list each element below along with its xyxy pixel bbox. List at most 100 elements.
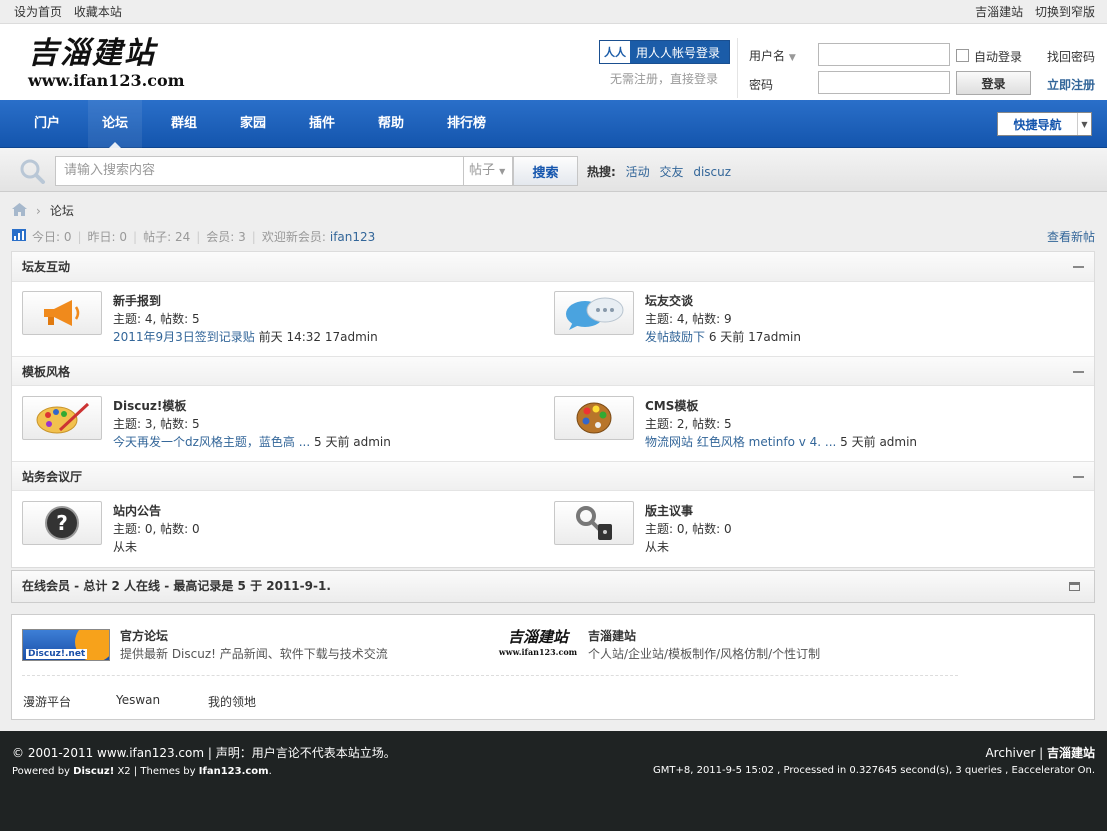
find-password-link[interactable]: 找回密码 — [1047, 48, 1095, 65]
forum-item[interactable]: 新手报到 主题: 4, 帖数: 5 2011年9月3日签到记录贴 前天 14:3… — [22, 291, 522, 351]
forum-meta: 主题: 0, 帖数: 0 — [113, 522, 200, 536]
username-label[interactable]: 用户名 ▼ — [749, 47, 796, 64]
stat-yesterday: 昨日: 0 — [87, 230, 128, 244]
hot-search-label: 热搜: — [587, 165, 616, 179]
quick-nav-button[interactable]: 快捷导航 ▼ — [997, 112, 1092, 136]
password-input[interactable] — [818, 71, 950, 94]
username-input[interactable] — [818, 43, 950, 66]
nav-home[interactable]: 家园 — [226, 100, 280, 148]
forum-title[interactable]: 坛友交谈 — [645, 292, 693, 309]
online-members-bar[interactable]: 在线会员 - 总计 2 人在线 - 最高记录是 5 于 2011-9-1. — [11, 570, 1095, 603]
switch-width-link[interactable]: 切换到窄版 — [1035, 5, 1095, 19]
forum-item[interactable]: Discuz!模板 主题: 3, 帖数: 5 今天再发一个dz风格主题，蓝色高 … — [22, 396, 522, 456]
register-link[interactable]: 立即注册 — [1047, 76, 1095, 93]
archiver-link[interactable]: Archiver — [985, 746, 1035, 760]
hot-word-link[interactable]: 交友 — [659, 165, 683, 179]
stat-members: 会员: 3 — [206, 230, 246, 244]
online-members-text: 在线会员 - 总计 2 人在线 - 最高记录是 5 于 2011-9-1. — [22, 579, 331, 593]
category-header[interactable]: 站务会议厅 — [12, 461, 1094, 491]
question-icon[interactable]: ? — [22, 501, 102, 545]
forum-stats: 今日: 0 | 昨日: 0 | 帖子: 24 | 会员: 3 | 欢迎新会员: ifan… — [12, 228, 1095, 245]
expand-icon[interactable] — [1069, 582, 1080, 591]
nav-portal[interactable]: 门户 — [20, 100, 74, 148]
forum-meta: 主题: 0, 帖数: 0 — [645, 522, 732, 536]
nav-help[interactable]: 帮助 — [364, 100, 418, 148]
forum-meta: 主题: 4, 帖数: 9 — [645, 312, 732, 326]
text-link[interactable]: Yeswan — [116, 693, 160, 707]
forum-meta: 主题: 2, 帖数: 5 — [645, 417, 732, 431]
hot-word-link[interactable]: 活动 — [626, 165, 650, 179]
last-post-link[interactable]: 发帖鼓励下 — [645, 330, 705, 344]
palette-brush-icon[interactable] — [22, 396, 102, 440]
stat-welcome: 欢迎新会员: — [261, 230, 326, 244]
auto-login-label[interactable]: 自动登录 — [974, 48, 1022, 65]
site-logo[interactable]: 吉淄建站 www.ifan123.com — [28, 36, 185, 96]
divider — [737, 38, 738, 98]
themes-link[interactable]: Ifan123.com — [199, 766, 269, 777]
login-button[interactable]: 登录 — [956, 71, 1031, 95]
forum-meta: 主题: 4, 帖数: 5 — [113, 312, 200, 326]
megaphone-icon[interactable] — [22, 291, 102, 335]
forum-last-post: 发帖鼓励下 6 天前 17admin — [645, 330, 801, 344]
search-type-select[interactable]: 帖子 ▼ — [463, 156, 513, 186]
no-register-text: 无需注册，直接登录 — [610, 72, 719, 86]
forum-item[interactable]: 版主议事 主题: 0, 帖数: 0 从未 — [554, 501, 1054, 561]
collapse-icon[interactable] — [1073, 371, 1084, 373]
forum-item[interactable]: CMS模板 主题: 2, 帖数: 5 物流网站 红色风格 metinfo v 4… — [554, 396, 1054, 456]
friend-link-title[interactable]: 官方论坛 — [120, 627, 168, 644]
ifan-logo[interactable]: 吉淄建站 www.ifan123.com — [498, 627, 578, 663]
chat-bubbles-icon[interactable] — [554, 291, 634, 335]
forum-title[interactable]: 新手报到 — [113, 292, 161, 309]
friend-link-desc: 个人站/企业站/模板制作/风格仿制/个性订制 — [588, 647, 821, 661]
palette-icon[interactable] — [554, 396, 634, 440]
forum-meta: 主题: 3, 帖数: 5 — [113, 417, 200, 431]
forum-last-post: 今天再发一个dz风格主题，蓝色高 ... 5 天前 admin — [113, 435, 391, 449]
password-label: 密码 — [749, 78, 774, 92]
last-post-link[interactable]: 物流网站 红色风格 metinfo v 4. ... — [645, 435, 836, 449]
collapse-icon[interactable] — [1073, 266, 1084, 268]
discuz-link[interactable]: Discuz! — [73, 766, 114, 777]
discuz-logo[interactable]: Discuz!.net — [22, 629, 110, 661]
renren-login-button[interactable]: 人人 用人人帐号登录 — [599, 40, 730, 64]
category-header[interactable]: 模板风格 — [12, 356, 1094, 386]
nav-ranking[interactable]: 排行榜 — [433, 100, 500, 148]
forum-title[interactable]: CMS模板 — [645, 397, 698, 414]
footer-runtime: GMT+8, 2011-9-5 15:02 , Processed in 0.3… — [653, 765, 1095, 776]
auto-login-checkbox[interactable] — [956, 49, 969, 62]
key-lock-icon[interactable] — [554, 501, 634, 545]
last-post-link[interactable]: 2011年9月3日签到记录贴 — [113, 330, 255, 344]
nav-groups[interactable]: 群组 — [157, 100, 211, 148]
footer: © 2001-2011 www.ifan123.com | 声明：用户言论不代表… — [0, 731, 1107, 831]
quick-nav-label: 快捷导航 — [1013, 117, 1062, 132]
forum-last-post: 从未 — [645, 540, 670, 554]
hot-search: 热搜: 活动 交友 discuz — [587, 163, 731, 180]
hot-word-link[interactable]: discuz — [693, 165, 731, 179]
forum-title[interactable]: 站内公告 — [113, 502, 161, 519]
search-button[interactable]: 搜索 — [513, 156, 578, 186]
chart-icon — [12, 229, 26, 244]
view-new-posts-link[interactable]: 查看新帖 — [1047, 228, 1095, 245]
category-header[interactable]: 坛友互动 — [12, 252, 1094, 282]
nav-forum[interactable]: 论坛 — [88, 100, 143, 148]
forum-item[interactable]: 坛友交谈 主题: 4, 帖数: 9 发帖鼓励下 6 天前 17admin — [554, 291, 1054, 351]
home-icon[interactable] — [12, 202, 27, 219]
forum-title[interactable]: Discuz!模板 — [113, 397, 186, 414]
forum-title[interactable]: 版主议事 — [645, 502, 693, 519]
last-post-link[interactable]: 今天再发一个dz风格主题，蓝色高 ... — [113, 435, 310, 449]
divider — [22, 675, 958, 676]
search-input[interactable]: 请输入搜索内容 — [55, 156, 464, 186]
forum-item[interactable]: ? 站内公告 主题: 0, 帖数: 0 从未 — [22, 501, 522, 561]
set-home-link[interactable]: 设为首页 — [14, 5, 62, 19]
new-member-link[interactable]: ifan123 — [330, 230, 375, 244]
forum-last-post: 物流网站 红色风格 metinfo v 4. ... 5 天前 admin — [645, 435, 918, 449]
friend-link-title[interactable]: 吉淄建站 — [588, 627, 636, 644]
bookmark-link[interactable]: 收藏本站 — [74, 5, 122, 19]
text-link[interactable]: 漫游平台 — [23, 693, 71, 710]
footer-copyright: © 2001-2011 www.ifan123.com | 声明：用户言论不代表… — [12, 746, 396, 760]
footer-site-link[interactable]: 吉淄建站 — [1047, 746, 1095, 760]
search-icon — [18, 158, 46, 184]
text-link[interactable]: 我的领地 — [208, 693, 256, 710]
nav-plugins[interactable]: 插件 — [295, 100, 349, 148]
collapse-icon[interactable] — [1073, 476, 1084, 478]
site-name-link[interactable]: 吉淄建站 — [975, 5, 1023, 19]
